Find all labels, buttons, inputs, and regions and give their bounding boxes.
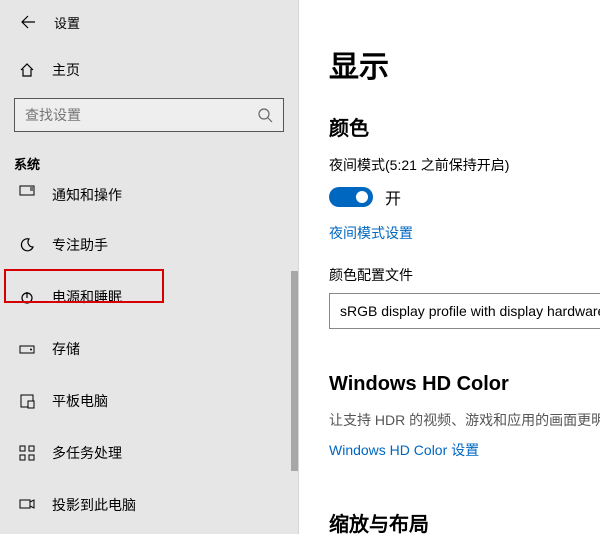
night-mode-settings-link[interactable]: 夜间模式设置 xyxy=(329,223,413,243)
color-profile-label: 颜色配置文件 xyxy=(329,265,600,285)
sidebar: 设置 主页 系统 通知和操作 xyxy=(0,0,299,534)
color-profile-dropdown[interactable]: sRGB display profile with display hardwa… xyxy=(329,293,600,329)
app-title: 设置 xyxy=(54,13,80,32)
sidebar-item-power[interactable]: 电源和睡眠 xyxy=(0,271,298,323)
nav-label: 电源和睡眠 xyxy=(52,287,122,307)
home-label: 主页 xyxy=(52,60,80,80)
nav-label: 专注助手 xyxy=(52,235,108,255)
sidebar-scrollbar[interactable] xyxy=(291,271,298,471)
section-scale-heading: 缩放与布局 xyxy=(329,508,600,534)
tablet-icon xyxy=(18,393,36,409)
sidebar-item-focus[interactable]: 专注助手 xyxy=(0,219,298,271)
back-button[interactable] xyxy=(14,8,42,36)
section-hd-heading: Windows HD Color xyxy=(329,373,600,396)
sidebar-item-storage[interactable]: 存储 xyxy=(0,323,298,375)
sidebar-item-notifications[interactable]: 通知和操作 xyxy=(0,185,298,219)
back-arrow-icon xyxy=(20,14,36,30)
night-mode-toggle[interactable] xyxy=(329,187,373,207)
search-icon xyxy=(257,107,273,123)
dropdown-value: sRGB display profile with display hardwa… xyxy=(340,303,600,319)
multitask-icon xyxy=(18,445,36,461)
power-icon xyxy=(18,289,36,305)
nav-label: 存储 xyxy=(52,339,80,359)
nav-label: 投影到此电脑 xyxy=(52,495,136,515)
nav-label: 平板电脑 xyxy=(52,391,108,411)
project-icon xyxy=(18,497,36,513)
notifications-icon xyxy=(18,185,36,197)
hd-settings-link[interactable]: Windows HD Color 设置 xyxy=(329,440,479,460)
night-mode-status: 夜间模式(5:21 之前保持开启) xyxy=(329,155,600,175)
search-input[interactable] xyxy=(14,98,284,132)
nav-label: 多任务处理 xyxy=(52,443,122,463)
sidebar-item-home[interactable]: 主页 xyxy=(0,50,298,90)
sidebar-item-multitask[interactable]: 多任务处理 xyxy=(0,427,298,479)
page-title: 显示 xyxy=(329,42,600,86)
topbar: 设置 xyxy=(0,0,298,44)
storage-icon xyxy=(18,341,36,357)
section-color-heading: 颜色 xyxy=(329,112,600,141)
search-field[interactable] xyxy=(25,107,257,123)
home-icon xyxy=(18,62,36,78)
sidebar-item-project[interactable]: 投影到此电脑 xyxy=(0,479,298,531)
toggle-label: 开 xyxy=(385,185,401,209)
hd-description: 让支持 HDR 的视频、游戏和应用的画面更明亮... xyxy=(329,410,600,430)
nav-label: 通知和操作 xyxy=(52,185,122,205)
sidebar-group-title: 系统 xyxy=(0,132,298,185)
main-content: 显示 颜色 夜间模式(5:21 之前保持开启) 开 夜间模式设置 颜色配置文件 … xyxy=(299,0,600,534)
sidebar-nav: 通知和操作 专注助手 电源和睡眠 存储 xyxy=(0,185,298,534)
moon-icon xyxy=(18,237,36,253)
sidebar-item-tablet[interactable]: 平板电脑 xyxy=(0,375,298,427)
